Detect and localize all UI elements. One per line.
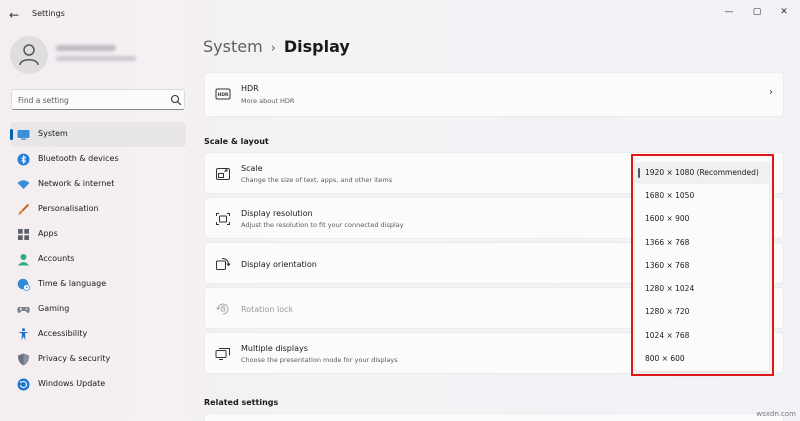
card-subtitle: Adjust the resolution to fit your connec… [241,221,404,229]
option-label: 1366 × 768 [645,238,690,247]
option-label: 1360 × 768 [645,261,690,270]
sidebar-item-label: Windows Update [38,379,106,388]
search-box[interactable] [11,89,185,110]
shield-icon [18,353,29,366]
option-label: 1280 × 1024 [645,284,695,293]
resolution-option[interactable]: 1600 × 900 [635,208,769,230]
sidebar-item-personalisation[interactable]: Personalisation [10,197,186,222]
accessibility-icon [18,328,29,341]
option-label: 1680 × 1050 [645,191,695,200]
sidebar-item-accounts[interactable]: Accounts [10,247,186,272]
close-button[interactable]: ✕ [772,5,796,19]
sidebar-item-privacy[interactable]: Privacy & security [10,347,186,372]
sidebar-item-bluetooth[interactable]: Bluetooth & devices [10,147,186,172]
resolution-option-selected[interactable]: 1920 × 1080 (Recommended) [635,162,769,184]
svg-text:HDR: HDR [218,92,229,98]
resolution-option[interactable]: 1680 × 1050 [635,185,769,207]
card-title: Display resolution [241,209,313,218]
sidebar-item-label: Bluetooth & devices [38,154,119,163]
search-input[interactable] [18,93,166,107]
brush-icon [18,203,30,215]
sidebar-item-windows-update[interactable]: Windows Update [10,372,186,397]
hdr-icon: HDR [215,88,231,100]
minimize-button[interactable]: — [717,5,741,19]
sidebar-item-time-language[interactable]: Time & language [10,272,186,297]
resolution-option[interactable]: 800 × 600 [635,348,769,370]
option-label: 1280 × 720 [645,307,690,316]
resolution-option[interactable]: 1280 × 1024 [635,278,769,300]
sidebar-item-accessibility[interactable]: Accessibility [10,322,186,347]
card-subtitle: Change the size of text, apps, and other… [241,176,393,184]
option-label: 800 × 600 [645,354,685,363]
sidebar-item-label: Accessibility [38,329,88,338]
chevron-right-icon: › [769,87,773,98]
multiple-displays-icon [215,348,230,360]
resolution-option[interactable]: 1360 × 768 [635,255,769,277]
sidebar-item-label: Accounts [38,254,75,263]
related-settings-card[interactable] [204,413,784,421]
person-avatar-icon [19,44,39,66]
breadcrumb: System › Display [203,37,350,59]
breadcrumb-separator: › [270,41,276,56]
page-title: Display [283,37,350,56]
sidebar-item-network[interactable]: Network & internet [10,172,186,197]
breadcrumb-parent-link[interactable]: System [203,37,263,56]
update-icon [17,378,30,391]
title-bar: ← Settings — ▢ ✕ [0,0,800,30]
profile-email-blurred [56,56,136,61]
sidebar-item-label: Time & language [38,279,107,288]
sidebar-item-label: Apps [38,229,58,238]
back-button[interactable]: ← [6,7,22,23]
sidebar-item-apps[interactable]: Apps [10,222,186,247]
apps-icon [18,229,29,240]
card-title: Display orientation [241,260,317,269]
sidebar-item-system[interactable]: System [10,122,186,147]
avatar [10,36,48,74]
wifi-icon [17,180,30,189]
option-label: 1600 × 900 [645,214,690,223]
card-title: Scale [241,164,263,173]
profile-name-blurred [56,45,116,51]
card-title: Multiple displays [241,344,308,353]
search-icon[interactable] [170,94,182,106]
option-label: 1920 × 1080 (Recommended) [645,168,759,177]
sidebar-item-gaming[interactable]: Gaming [10,297,186,322]
back-arrow-icon: ← [8,8,20,22]
settings-window: ← Settings — ▢ ✕ System [0,0,800,421]
resolution-option[interactable]: 1024 × 768 [635,325,769,347]
rotation-lock-icon [216,303,229,315]
watermark: wsxdn.com [756,410,796,418]
sidebar-item-label: Personalisation [38,204,99,213]
sidebar-item-label: Network & internet [38,179,115,188]
sidebar-nav: System Bluetooth & devices Network & int… [10,122,186,397]
hdr-card[interactable]: HDR HDR More about HDR › [204,72,784,117]
resolution-option[interactable]: 1366 × 768 [635,232,769,254]
sidebar-item-label: Privacy & security [38,354,111,363]
bluetooth-icon [17,153,30,166]
sidebar-item-label: Gaming [38,304,70,313]
person-icon [18,254,29,266]
user-profile[interactable] [10,36,180,76]
maximize-button[interactable]: ▢ [745,5,769,19]
card-title: HDR [241,84,259,93]
option-label: 1024 × 768 [645,331,690,340]
app-title: Settings [32,9,65,18]
monitor-icon [17,130,30,140]
globe-clock-icon [17,278,30,291]
card-subtitle: Choose the presentation mode for your di… [241,356,398,364]
card-title: Rotation lock [241,305,294,314]
resolution-option[interactable]: 1280 × 720 [635,301,769,323]
resolution-dropdown-highlight: 1920 × 1080 (Recommended) 1680 × 1050 16… [631,154,774,376]
resolution-dropdown-list[interactable]: 1920 × 1080 (Recommended) 1680 × 1050 16… [635,158,769,371]
card-subtitle: More about HDR [241,97,295,105]
sidebar-item-label: System [38,129,68,138]
scale-icon [216,168,230,180]
section-title-related-settings: Related settings [204,398,279,407]
orientation-icon [216,258,231,270]
gamepad-icon [17,307,30,313]
resolution-icon [216,213,230,225]
section-title-scale-layout: Scale & layout [204,137,269,146]
